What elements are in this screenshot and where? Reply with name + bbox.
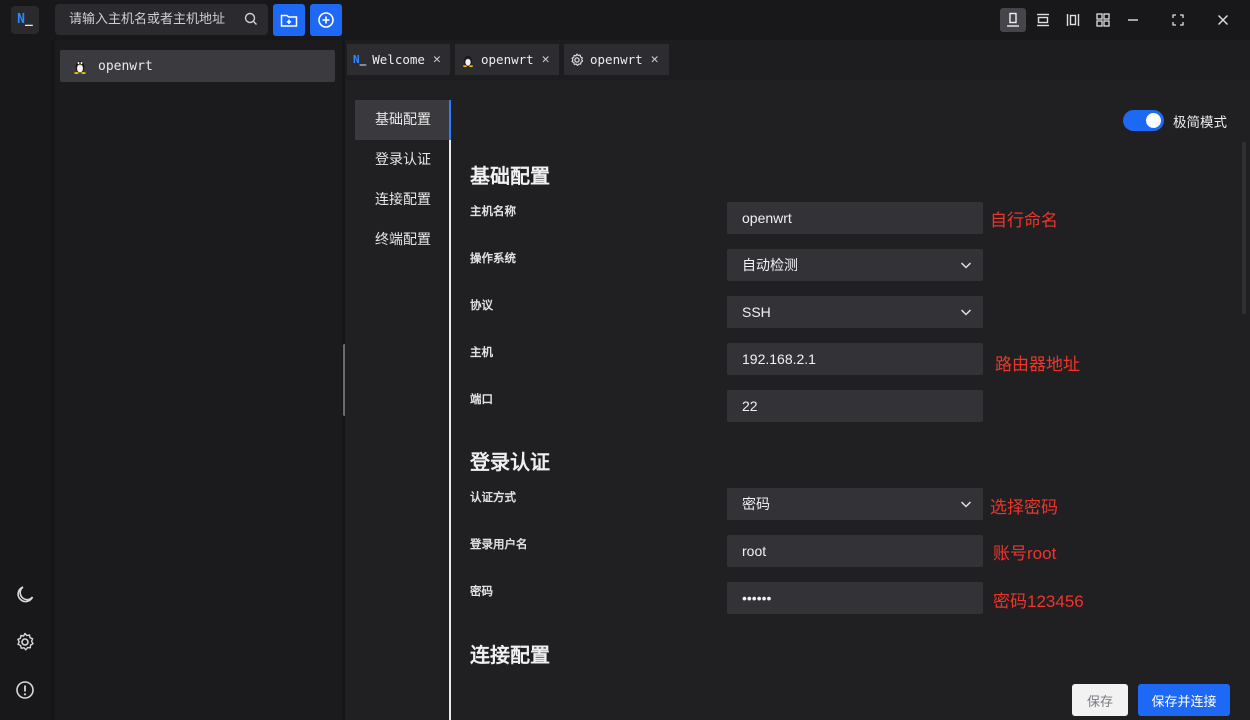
tab-openwrt-settings[interactable]: openwrt ✕ bbox=[564, 44, 669, 75]
host-input[interactable]: 192.168.2.1 bbox=[727, 343, 983, 375]
username-input[interactable]: root bbox=[727, 535, 983, 567]
auth-method-value: 密码 bbox=[742, 496, 770, 512]
annotation-auth-method: 选择密码 bbox=[990, 498, 1058, 517]
protocol-label: 协议 bbox=[470, 298, 493, 312]
title-bar: N_ bbox=[0, 0, 1250, 40]
close-window-button[interactable] bbox=[1210, 8, 1236, 32]
subnav-item-auth[interactable]: 登录认证 bbox=[355, 140, 451, 180]
subnav-item-terminal[interactable]: 终端配置 bbox=[355, 220, 451, 260]
vertical-scrollbar[interactable] bbox=[1242, 142, 1246, 314]
add-host-button[interactable] bbox=[310, 4, 342, 36]
subnav-item-connection[interactable]: 连接配置 bbox=[355, 180, 451, 220]
circle-plus-icon bbox=[318, 12, 334, 28]
new-folder-button[interactable] bbox=[273, 4, 305, 36]
minimal-mode-label: 极简模式 bbox=[1173, 115, 1227, 131]
save-and-connect-button[interactable]: 保存并连接 bbox=[1138, 684, 1230, 716]
username-label: 登录用户名 bbox=[470, 537, 528, 551]
minimal-mode-toggle[interactable] bbox=[1123, 110, 1164, 131]
layout-horizontal-button[interactable] bbox=[1030, 8, 1056, 32]
search-input[interactable] bbox=[69, 12, 239, 27]
subnav-divider bbox=[449, 100, 451, 720]
layout-grid-button[interactable] bbox=[1090, 8, 1116, 32]
os-value: 自动检测 bbox=[742, 257, 798, 273]
chevron-down-icon bbox=[960, 309, 972, 316]
moon-icon bbox=[17, 586, 34, 603]
host-value: 192.168.2.1 bbox=[742, 351, 816, 367]
tab-close-icon[interactable]: ✕ bbox=[651, 52, 659, 67]
minimize-icon bbox=[1128, 19, 1138, 21]
chevron-down-icon bbox=[960, 262, 972, 269]
port-input[interactable]: 22 bbox=[727, 390, 983, 422]
auth-method-label: 认证方式 bbox=[470, 490, 516, 504]
layout-grid-icon bbox=[1096, 13, 1110, 27]
app-logo-icon: N_ bbox=[353, 53, 367, 66]
host-settings-page: 基础配置 登录认证 连接配置 终端配置 极简模式 基础配置 主机名称 openw… bbox=[345, 80, 1250, 720]
annotation-username: 账号root bbox=[993, 544, 1057, 563]
layout-vertical-icon bbox=[1066, 14, 1080, 26]
maximize-button[interactable] bbox=[1165, 8, 1191, 32]
protocol-select[interactable]: SSH bbox=[727, 296, 983, 328]
os-label: 操作系统 bbox=[470, 251, 516, 265]
host-list-panel: openwrt bbox=[55, 40, 342, 720]
about-button[interactable] bbox=[14, 679, 36, 701]
password-label: 密码 bbox=[470, 584, 493, 598]
layout-single-icon bbox=[1007, 12, 1019, 27]
subnav-item-basic[interactable]: 基础配置 bbox=[355, 100, 451, 140]
annotation-host: 路由器地址 bbox=[995, 355, 1080, 374]
close-icon bbox=[1218, 15, 1228, 25]
layout-horizontal-icon bbox=[1037, 13, 1049, 27]
gear-icon bbox=[571, 52, 584, 66]
protocol-value: SSH bbox=[742, 304, 771, 320]
maximize-icon bbox=[1172, 14, 1184, 26]
annotation-password: 密码123456 bbox=[993, 592, 1084, 611]
left-rail bbox=[0, 40, 51, 720]
tab-bar: N_ Welcome ✕ openwrt ✕ openwrt ✕ bbox=[345, 40, 1250, 80]
host-name: openwrt bbox=[98, 58, 153, 74]
hostname-value: openwrt bbox=[742, 210, 792, 226]
subnav-active-indicator bbox=[449, 100, 451, 140]
theme-toggle-button[interactable] bbox=[14, 583, 36, 605]
info-icon bbox=[16, 681, 34, 699]
toggle-knob bbox=[1146, 113, 1161, 128]
password-value: •••••• bbox=[742, 590, 772, 606]
host-label: 主机 bbox=[470, 345, 493, 359]
password-input[interactable]: •••••• bbox=[727, 582, 983, 614]
hostname-label: 主机名称 bbox=[470, 204, 516, 218]
host-item-openwrt[interactable]: openwrt bbox=[60, 50, 335, 82]
auth-method-select[interactable]: 密码 bbox=[727, 488, 983, 520]
section-title-basic: 基础配置 bbox=[470, 164, 550, 188]
tab-close-icon[interactable]: ✕ bbox=[542, 52, 550, 67]
annotation-hostname: 自行命名 bbox=[990, 211, 1058, 230]
app-logo: N_ bbox=[11, 6, 39, 34]
hostname-input[interactable]: openwrt bbox=[727, 202, 983, 234]
linux-tux-icon bbox=[74, 61, 86, 74]
chevron-down-icon bbox=[960, 501, 972, 508]
tab-openwrt-terminal[interactable]: openwrt ✕ bbox=[455, 44, 559, 75]
layout-vertical-button[interactable] bbox=[1060, 8, 1086, 32]
tab-close-icon[interactable]: ✕ bbox=[433, 52, 441, 67]
linux-tux-icon bbox=[462, 55, 474, 67]
port-value: 22 bbox=[742, 398, 758, 414]
settings-subnav: 基础配置 登录认证 连接配置 终端配置 bbox=[355, 100, 451, 260]
search-icon[interactable] bbox=[244, 12, 258, 30]
layout-single-button[interactable] bbox=[1000, 8, 1026, 32]
folder-plus-icon bbox=[280, 14, 298, 27]
search-box[interactable] bbox=[55, 4, 268, 35]
section-title-connection: 连接配置 bbox=[470, 643, 550, 667]
gear-icon bbox=[17, 632, 34, 651]
os-select[interactable]: 自动检测 bbox=[727, 249, 983, 281]
section-title-auth: 登录认证 bbox=[470, 450, 550, 474]
settings-button[interactable] bbox=[14, 631, 36, 653]
username-value: root bbox=[742, 543, 767, 559]
minimize-button[interactable] bbox=[1120, 8, 1146, 32]
tab-welcome[interactable]: N_ Welcome ✕ bbox=[347, 44, 450, 75]
save-button[interactable]: 保存 bbox=[1072, 684, 1128, 716]
port-label: 端口 bbox=[470, 392, 493, 406]
